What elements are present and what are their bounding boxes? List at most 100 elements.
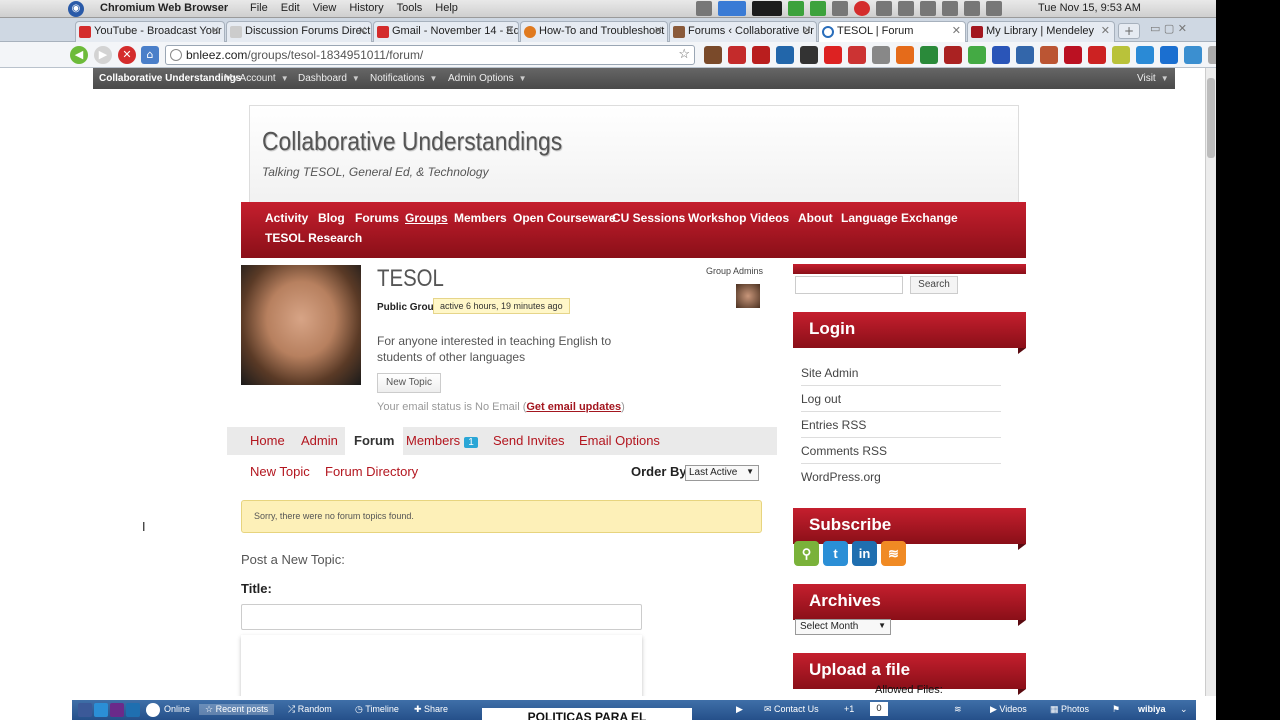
tab-home[interactable]: Home — [250, 433, 285, 448]
tab-discussion-forums[interactable]: Discussion Forums Direct ✕ — [226, 21, 372, 42]
extension-icon[interactable] — [704, 46, 722, 64]
tab-mendeley[interactable]: My Library | Mendeley ✕ — [967, 21, 1115, 42]
tray-cpu-graph-icon[interactable] — [752, 1, 782, 16]
menu-view[interactable]: View — [313, 2, 337, 14]
bookmark-star-icon[interactable]: ☆ — [678, 46, 690, 62]
tab-forum[interactable]: Forum — [345, 427, 404, 455]
nav-blog[interactable]: Blog — [318, 211, 345, 225]
extension-icon[interactable] — [1064, 46, 1082, 64]
extension-icon[interactable] — [800, 46, 818, 64]
ubuntu-logo-icon[interactable]: ◉ — [68, 1, 84, 17]
nav-activity[interactable]: Activity — [265, 211, 308, 225]
scrollbar-thumb[interactable] — [1207, 78, 1215, 158]
tray-volume-icon[interactable] — [964, 1, 980, 16]
login-link-site-admin[interactable]: Site Admin — [801, 360, 1001, 386]
forward-icon[interactable]: ▶ — [94, 46, 112, 64]
menu-file[interactable]: File — [250, 2, 268, 14]
videos-button[interactable]: ▶ Videos — [990, 704, 1027, 715]
login-link-wordpress[interactable]: WordPress.org — [801, 464, 1001, 490]
nav-forums[interactable]: Forums — [355, 211, 399, 225]
home-icon[interactable]: ⌂ — [141, 46, 159, 64]
tray-eject-icon[interactable] — [920, 1, 936, 16]
adminbar-visit[interactable]: Visit ▼ — [1137, 73, 1169, 84]
close-icon[interactable]: ✕ — [358, 24, 367, 37]
extension-icon[interactable] — [848, 46, 866, 64]
tray-mail-icon[interactable] — [986, 1, 1002, 16]
address-bar[interactable]: bnleez.com/groups/tesol-1834951011/forum… — [165, 45, 695, 65]
get-email-updates-link[interactable]: Get email updates — [526, 401, 621, 413]
extension-icon[interactable] — [968, 46, 986, 64]
page-scrollbar[interactable] — [1205, 68, 1216, 696]
tab-youtube[interactable]: YouTube - Broadcast Your ✕ — [75, 21, 225, 42]
extension-icon[interactable] — [1184, 46, 1202, 64]
extension-icon[interactable] — [1040, 46, 1058, 64]
topic-content-area[interactable] — [241, 635, 642, 696]
adminbar-admin-options[interactable]: Admin Options ▼ — [448, 73, 527, 84]
recent-posts-button[interactable]: ☆ Recent posts — [199, 704, 275, 715]
adminbar-my-account[interactable]: My Account ▼ — [224, 73, 289, 84]
tray-indicator-icon[interactable] — [696, 1, 712, 16]
contact-us-button[interactable]: ✉ Contact Us — [764, 704, 819, 715]
nav-members[interactable]: Members — [454, 211, 507, 225]
subtab-new-topic[interactable]: New Topic — [250, 464, 310, 479]
close-icon[interactable]: ✕ — [211, 24, 220, 37]
close-icon[interactable]: ✕ — [952, 24, 961, 37]
tab-how-to[interactable]: How-To and Troubleshoot ✕ — [520, 21, 668, 42]
google-plus-icon[interactable]: +1 — [844, 704, 854, 714]
menu-help[interactable]: Help — [435, 2, 458, 14]
extension-icon[interactable] — [776, 46, 794, 64]
online-button[interactable]: Online — [164, 704, 190, 714]
tab-admin[interactable]: Admin — [301, 433, 338, 448]
tab-email-options[interactable]: Email Options — [579, 433, 660, 448]
extension-icon[interactable] — [1088, 46, 1106, 64]
facebook-icon[interactable] — [78, 703, 92, 717]
tray-display-icon[interactable] — [898, 1, 914, 16]
tray-windows-icon[interactable] — [942, 1, 958, 16]
tab-send-invites[interactable]: Send Invites — [493, 433, 565, 448]
politicas-banner[interactable]: POLITICAS PARA EL — [482, 708, 692, 720]
tray-clipboard-icon[interactable] — [876, 1, 892, 16]
back-icon[interactable]: ◀ — [70, 46, 88, 64]
tray-shield-icon[interactable] — [810, 1, 826, 16]
collapse-icon[interactable]: ⌄ — [1180, 704, 1188, 715]
menu-tools[interactable]: Tools — [397, 2, 423, 14]
tray-network-graph-icon[interactable] — [718, 1, 746, 16]
twitter-icon[interactable]: t — [823, 541, 848, 566]
nav-workshop[interactable]: Workshop — [688, 211, 746, 225]
nav-groups[interactable]: Groups — [405, 211, 448, 225]
extension-icon[interactable] — [752, 46, 770, 64]
nav-language-exchange[interactable]: Language Exchange — [841, 211, 958, 225]
extension-icon[interactable] — [1136, 46, 1154, 64]
clock[interactable]: Tue Nov 15, 9:53 AM — [1038, 2, 1141, 14]
twitter-icon[interactable] — [94, 703, 108, 717]
nav-tesol-research[interactable]: TESOL Research — [265, 231, 362, 245]
stop-icon[interactable]: ✕ — [118, 46, 136, 64]
login-link-comments-rss[interactable]: Comments RSS — [801, 438, 1001, 464]
extension-icon[interactable] — [1160, 46, 1178, 64]
yahoo-icon[interactable] — [110, 703, 124, 717]
admin-avatar[interactable] — [736, 284, 760, 308]
new-tab-button[interactable]: + — [1118, 23, 1140, 39]
topic-title-input[interactable] — [241, 604, 642, 630]
window-controls[interactable]: ▭ ▢ ✕ — [1150, 22, 1210, 38]
tab-forums-collab[interactable]: Forums ‹ Collaborative Ur ✕ — [669, 21, 817, 42]
tray-check-icon[interactable] — [788, 1, 804, 16]
archives-select[interactable]: Select Month ▼ — [795, 619, 891, 635]
rss-icon[interactable]: ≋ — [881, 541, 906, 566]
close-icon[interactable]: ✕ — [803, 24, 812, 37]
nav-videos[interactable]: Videos — [750, 211, 789, 225]
order-by-select[interactable]: Last Active ▼ — [685, 465, 759, 481]
photos-button[interactable]: ▦ Photos — [1050, 704, 1089, 715]
tray-gear-icon[interactable] — [832, 1, 848, 16]
close-icon[interactable]: ✕ — [1101, 24, 1110, 37]
site-title[interactable]: Collaborative Understandings — [262, 126, 562, 157]
subtab-forum-directory[interactable]: Forum Directory — [325, 464, 418, 479]
login-link-log-out[interactable]: Log out — [801, 386, 1001, 412]
menu-edit[interactable]: Edit — [281, 2, 300, 14]
extension-icon[interactable] — [944, 46, 962, 64]
adminbar-dashboard[interactable]: Dashboard ▼ — [298, 73, 360, 84]
wibiya-logo[interactable]: wibiya — [1138, 704, 1166, 714]
tab-gmail[interactable]: Gmail - November 14 - Ed ✕ — [373, 21, 519, 42]
share-button[interactable]: ✚ Share — [414, 704, 448, 715]
linkedin-icon[interactable] — [126, 703, 140, 717]
